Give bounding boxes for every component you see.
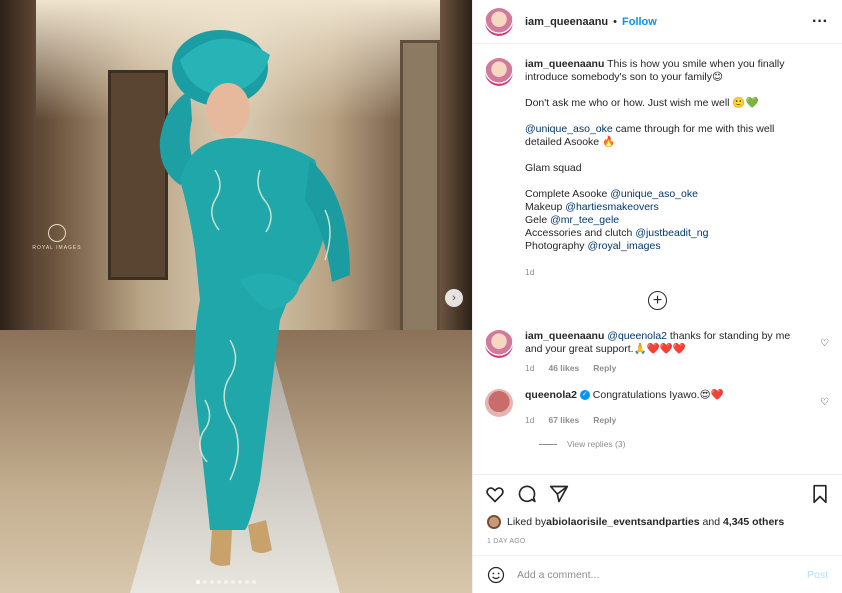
reply-button[interactable]: Reply	[593, 414, 616, 427]
credit-label: Gele	[525, 214, 551, 226]
watermark-logo-icon	[48, 224, 66, 242]
comment-body: queenola2 ✓ Congratulations Iyawo.😍❤️ 1d…	[525, 389, 805, 427]
send-icon[interactable]	[549, 484, 569, 504]
slide-dot	[196, 580, 200, 584]
view-replies-label[interactable]: View replies (3)	[567, 439, 625, 449]
liker-avatar[interactable]	[487, 515, 501, 529]
liker-username[interactable]: abiolaorisile_eventsandparties	[546, 516, 699, 528]
comments-list[interactable]: iam_queenaanu This is how you smile when…	[473, 44, 842, 474]
header-separator: •	[613, 15, 617, 28]
credit-line: Complete Asooke @unique_aso_oke	[525, 188, 805, 201]
caption: iam_queenaanu This is how you smile when…	[485, 58, 830, 279]
likes-others[interactable]: 4,345 others	[723, 516, 784, 528]
comment-text: Congratulations Iyawo.😍❤️	[592, 389, 724, 401]
slide-dot	[210, 580, 214, 584]
smiley-icon[interactable]	[487, 566, 505, 584]
credit-line: Makeup @hartiesmakeovers	[525, 201, 805, 214]
comment-likes[interactable]: 46 likes	[548, 362, 579, 375]
comment-text-line: queenola2 ✓ Congratulations Iyawo.😍❤️	[525, 389, 805, 402]
post-photo[interactable]: ROYAL IMAGES ›	[0, 0, 472, 593]
heart-icon[interactable]	[485, 484, 505, 504]
credit-handle[interactable]: @hartiesmakeovers	[565, 201, 659, 213]
author-avatar[interactable]	[485, 7, 513, 36]
slide-dot	[203, 580, 207, 584]
caption-avatar[interactable]	[485, 58, 513, 86]
more-horizontal-icon[interactable]: ···	[812, 13, 828, 31]
slide-indicator	[196, 580, 256, 584]
photo-door-right	[400, 40, 440, 360]
caption-age: 1d	[525, 267, 535, 277]
credit-label: Makeup	[525, 201, 566, 213]
caption-meta: 1d	[525, 266, 805, 279]
comment-meta: 1d 67 likes Reply	[525, 414, 805, 427]
slide-dot	[245, 580, 249, 584]
comment-mention[interactable]: @queenola2	[607, 330, 667, 342]
credit-handle[interactable]: @justbeadit_ng	[635, 227, 708, 239]
photographer-watermark: ROYAL IMAGES	[22, 224, 92, 264]
comment-likes[interactable]: 67 likes	[548, 414, 579, 427]
credit-label: Complete Asooke	[525, 188, 611, 200]
credit-line: Accessories and clutch @justbeadit_ng	[525, 227, 805, 240]
instagram-post: ROYAL IMAGES › iam_queenaanu • Follow ··…	[0, 0, 842, 593]
slide-dot	[252, 580, 256, 584]
reply-button[interactable]: Reply	[593, 362, 616, 375]
credit-label: Photography	[525, 240, 588, 252]
comment-item: queenola2 ✓ Congratulations Iyawo.😍❤️ 1d…	[485, 389, 830, 427]
view-replies-button[interactable]: View replies (3)	[539, 439, 830, 449]
slide-dot	[238, 580, 242, 584]
credit-handle[interactable]: @royal_images	[587, 240, 660, 252]
load-more-comments: +	[485, 291, 830, 310]
credits: Complete Asooke @unique_aso_oke Makeup @…	[525, 188, 805, 253]
bookmark-icon[interactable]	[810, 484, 830, 504]
comment-text-line: iam_queenaanu @queenola2 thanks for stan…	[525, 330, 805, 356]
likes-prefix: Liked by	[507, 516, 547, 528]
caption-body: iam_queenaanu This is how you smile when…	[525, 58, 805, 279]
commenter-username[interactable]: queenola2	[525, 389, 577, 401]
plus-circle-icon[interactable]: +	[648, 291, 667, 310]
likes-summary: Liked by abiolaorisile_eventsandparties …	[473, 512, 842, 532]
comment-age: 1d	[525, 415, 535, 425]
next-slide-button[interactable]: ›	[445, 289, 463, 307]
add-comment-bar: Post	[473, 555, 842, 593]
comment-age: 1d	[525, 363, 535, 373]
slide-dot	[217, 580, 221, 584]
comment-input[interactable]	[517, 568, 807, 581]
follow-button[interactable]: Follow	[622, 16, 657, 28]
post-header: iam_queenaanu • Follow ···	[473, 0, 842, 44]
credit-line: Photography @royal_images	[525, 240, 805, 253]
glam-title: Glam squad	[525, 162, 582, 174]
comment-icon[interactable]	[517, 484, 537, 504]
post-date[interactable]: 1 DAY AGO	[473, 532, 842, 555]
verified-badge-icon: ✓	[579, 390, 590, 401]
caption-line-1: iam_queenaanu This is how you smile when…	[525, 58, 805, 84]
author-username[interactable]: iam_queenaanu	[525, 16, 608, 28]
caption-line-3: @unique_aso_oke came through for me with…	[525, 123, 805, 149]
caption-username[interactable]: iam_queenaanu	[525, 58, 604, 70]
credit-handle[interactable]: @mr_tee_gele	[550, 214, 619, 226]
slide-dot	[224, 580, 228, 584]
replies-divider	[539, 443, 557, 445]
commenter-avatar[interactable]	[485, 330, 513, 358]
chevron-right-icon: ›	[452, 292, 456, 304]
woman-in-aso-oke-figure	[159, 30, 350, 566]
comment-like-heart-icon[interactable]: ♡	[820, 397, 830, 408]
watermark-text: ROYAL IMAGES	[32, 245, 82, 251]
credit-line: Gele @mr_tee_gele	[525, 214, 805, 227]
credit-label: Accessories and clutch	[525, 227, 636, 239]
commenter-username[interactable]: iam_queenaanu	[525, 330, 604, 342]
post-side-panel: iam_queenaanu • Follow ··· iam_queenaanu…	[472, 0, 842, 593]
commenter-avatar[interactable]	[485, 389, 513, 417]
comment-item: iam_queenaanu @queenola2 thanks for stan…	[485, 330, 830, 375]
action-bar	[473, 474, 842, 512]
likes-middle: and	[699, 516, 723, 528]
comment-like-heart-icon[interactable]: ♡	[820, 338, 830, 349]
caption-line-2: Don't ask me who or how. Just wish me we…	[525, 97, 759, 109]
credit-handle[interactable]: @unique_aso_oke	[610, 188, 698, 200]
slide-dot	[231, 580, 235, 584]
post-comment-button[interactable]: Post	[807, 569, 828, 581]
caption-mention[interactable]: @unique_aso_oke	[525, 123, 613, 135]
comment-body: iam_queenaanu @queenola2 thanks for stan…	[525, 330, 805, 375]
comment-meta: 1d 46 likes Reply	[525, 362, 805, 375]
